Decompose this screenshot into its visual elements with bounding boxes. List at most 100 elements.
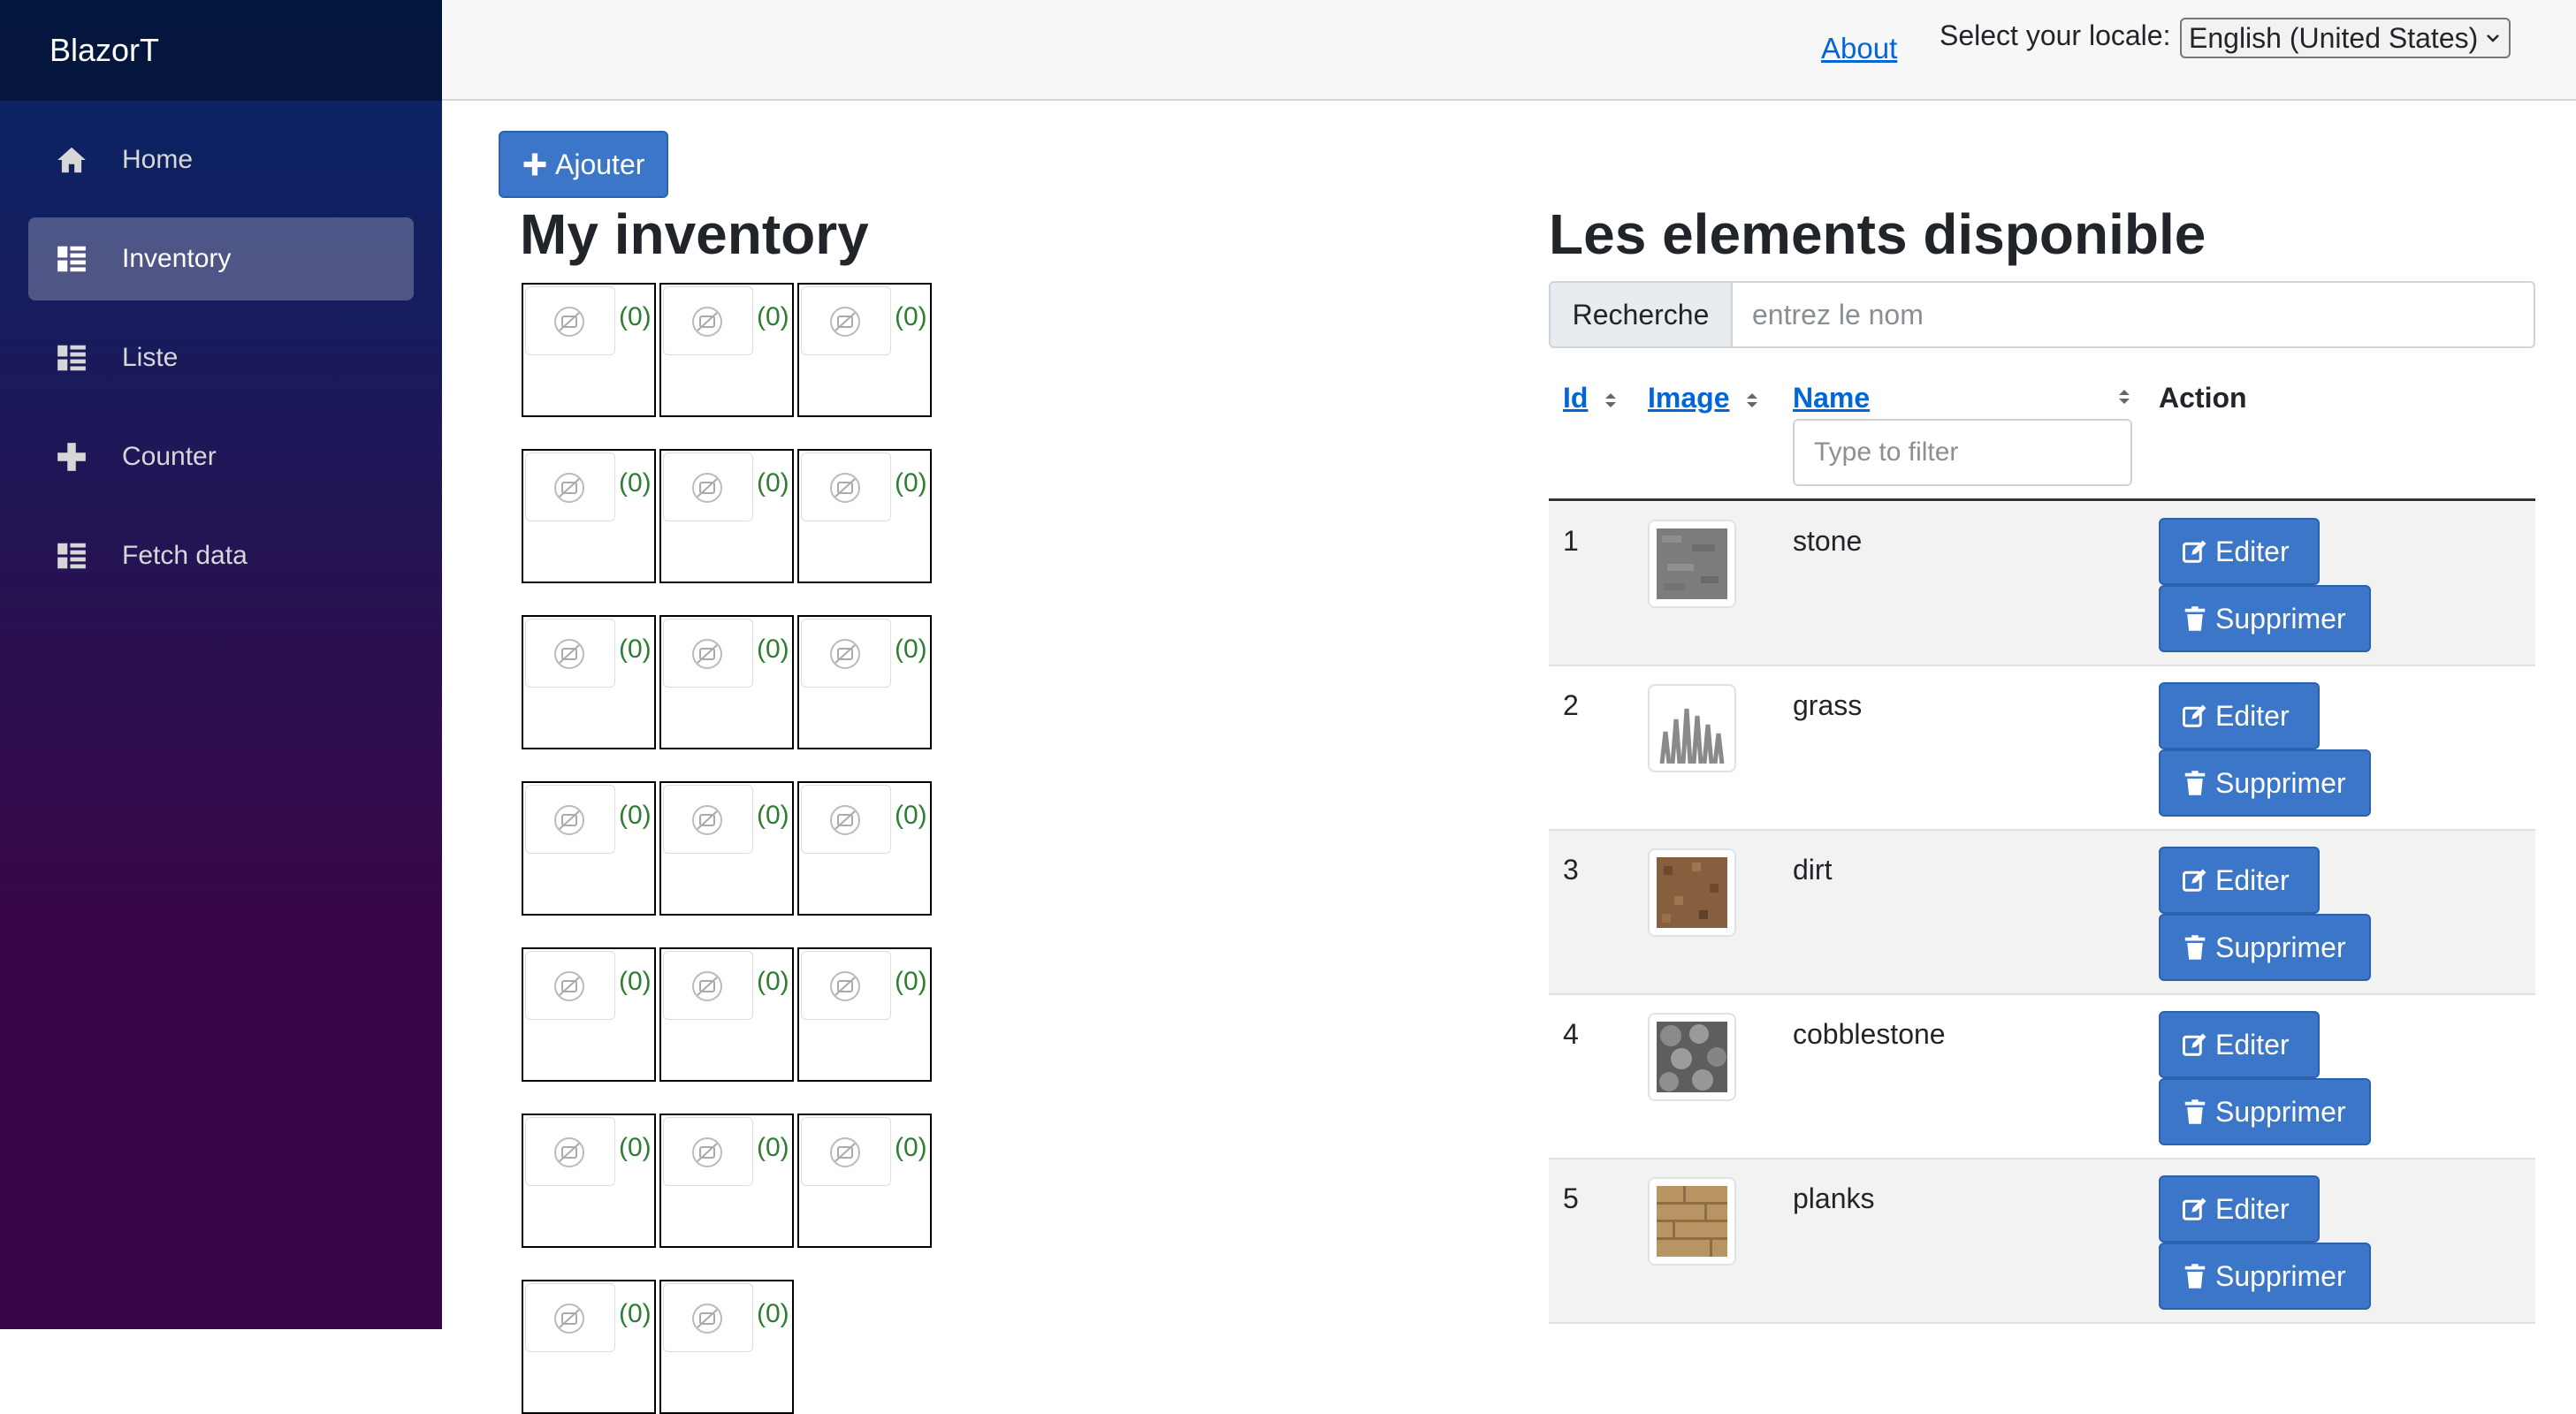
inventory-slot[interactable]: (0) [522, 449, 656, 583]
edit-button[interactable]: Editer [2159, 518, 2320, 585]
brand-link[interactable]: BlazorT [50, 32, 159, 69]
inventory-slot[interactable]: (0) [797, 781, 932, 916]
about-link[interactable]: About [1821, 32, 1897, 65]
trash-icon [2184, 935, 2206, 960]
table-row: 5 planks Editer Supprimer [1549, 1159, 2535, 1324]
inventory-slot[interactable]: (0) [522, 1114, 656, 1248]
inventory-slot[interactable]: (0) [797, 449, 932, 583]
image-placeholder-icon [554, 1137, 584, 1167]
slot-image [663, 951, 753, 1020]
trash-icon [2184, 1099, 2206, 1124]
delete-button[interactable]: Supprimer [2159, 914, 2371, 981]
row-name: grass [1793, 689, 1863, 721]
delete-button[interactable]: Supprimer [2159, 1078, 2371, 1145]
nav-item-inventory[interactable]: Inventory [28, 217, 414, 300]
inventory-slot[interactable]: (0) [522, 283, 656, 417]
slot-image [525, 452, 615, 521]
slot-image [801, 785, 891, 854]
row-id: 5 [1563, 1182, 1579, 1214]
edit-button[interactable]: Editer [2159, 1011, 2320, 1078]
edit-icon [2183, 1033, 2206, 1056]
name-filter-input[interactable] [1793, 419, 2132, 486]
nav-item-home[interactable]: Home [28, 118, 414, 201]
nav-item-label: Fetch data [122, 541, 248, 570]
image-placeholder-icon [830, 1137, 860, 1167]
search-input[interactable] [1733, 283, 2534, 346]
row-image [1648, 1177, 1736, 1266]
available-items-title: Les elements disponible [1549, 202, 2206, 266]
add-button[interactable]: Ajouter [499, 131, 668, 198]
inventory-slot[interactable]: (0) [659, 283, 794, 417]
nav-item-counter[interactable]: Counter [28, 415, 414, 498]
row-name: dirt [1793, 854, 1833, 886]
nav-item-label: Home [122, 145, 194, 174]
nav-item-label: Liste [122, 343, 179, 372]
search-label: Recherche [1551, 283, 1733, 346]
inventory-slot[interactable]: (0) [522, 615, 656, 749]
column-header-name[interactable]: Name [1793, 382, 2132, 414]
slot-count: (0) [757, 967, 789, 996]
table-row: 2 grass Editer Supprimer [1549, 666, 2535, 831]
inventory-slot[interactable]: (0) [797, 947, 932, 1082]
slot-image [525, 286, 615, 355]
edit-button-label: Editer [2215, 1028, 2290, 1060]
row-id: 2 [1563, 689, 1579, 721]
inventory-slot[interactable]: (0) [797, 615, 932, 749]
locale-select[interactable]: English (United States) [2180, 18, 2511, 58]
inventory-slot[interactable]: (0) [659, 1114, 794, 1248]
slot-count: (0) [757, 302, 789, 331]
inventory-slot[interactable]: (0) [659, 449, 794, 583]
image-placeholder-icon [830, 639, 860, 669]
edit-button[interactable]: Editer [2159, 1175, 2320, 1243]
column-header-id[interactable]: Id [1563, 382, 1619, 414]
slot-count: (0) [895, 801, 927, 830]
image-placeholder-icon [692, 639, 722, 669]
image-placeholder-icon [554, 307, 584, 337]
slot-image [525, 1283, 615, 1352]
row-name: stone [1793, 525, 1863, 557]
row-name: cobblestone [1793, 1018, 1946, 1050]
inventory-slot[interactable]: (0) [797, 1114, 932, 1248]
table-row: 1 stone Editer Supprimer [1549, 502, 2535, 666]
slot-count: (0) [895, 1133, 927, 1162]
list-icon [55, 539, 88, 573]
sort-icon [2119, 390, 2130, 404]
sort-link-name[interactable]: Name [1793, 382, 1870, 414]
nav-menu: Home Inventory Liste Counter Fetch data [0, 101, 442, 597]
inventory-slot[interactable]: (0) [659, 615, 794, 749]
inventory-slot[interactable]: (0) [522, 1280, 656, 1414]
column-header-image[interactable]: Image [1648, 382, 1760, 414]
search-group: Recherche [1549, 281, 2535, 348]
edit-button[interactable]: Editer [2159, 847, 2320, 914]
slot-count: (0) [895, 468, 927, 498]
delete-button[interactable]: Supprimer [2159, 585, 2371, 652]
image-placeholder-icon [830, 971, 860, 1001]
sort-link-image[interactable]: Image [1648, 382, 1729, 414]
table-row: 4 cobblestone Editer Supprimer [1549, 995, 2535, 1159]
image-placeholder-icon [554, 1304, 584, 1334]
image-placeholder-icon [554, 639, 584, 669]
inventory-slot[interactable]: (0) [659, 947, 794, 1082]
plus-icon [55, 440, 88, 474]
nav-item-fetch-data[interactable]: Fetch data [28, 514, 414, 597]
inventory-slot[interactable]: (0) [522, 947, 656, 1082]
slot-count: (0) [757, 635, 789, 664]
delete-button[interactable]: Supprimer [2159, 1243, 2371, 1310]
edit-button[interactable]: Editer [2159, 682, 2320, 749]
brand-bar: BlazorT [0, 0, 442, 101]
dirt-texture-image [1657, 857, 1727, 928]
inventory-slot[interactable]: (0) [659, 1280, 794, 1414]
inventory-slot[interactable]: (0) [797, 283, 932, 417]
delete-button-label: Supprimer [2215, 766, 2346, 799]
inventory-slot[interactable]: (0) [659, 781, 794, 916]
slot-count: (0) [757, 1133, 789, 1162]
image-placeholder-icon [830, 473, 860, 503]
inventory-slot[interactable]: (0) [522, 781, 656, 916]
nav-item-liste[interactable]: Liste [28, 316, 414, 399]
header-divider [1549, 498, 2535, 501]
slot-image [801, 1117, 891, 1186]
sort-link-id[interactable]: Id [1563, 382, 1588, 414]
delete-button[interactable]: Supprimer [2159, 749, 2371, 817]
row-id: 1 [1563, 525, 1579, 557]
list-icon [55, 341, 88, 375]
